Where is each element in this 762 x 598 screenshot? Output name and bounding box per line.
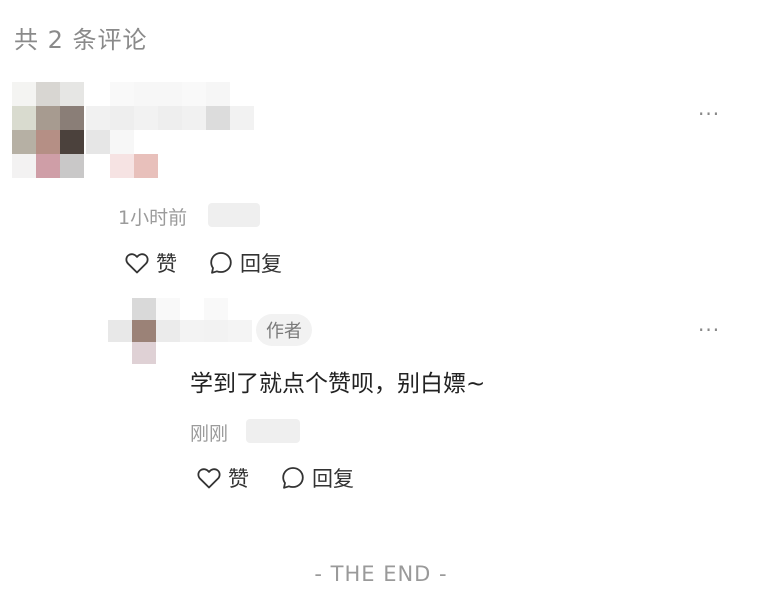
heart-outline-icon xyxy=(125,253,149,274)
reply-text: 学到了就点个赞呗，别白嫖~ xyxy=(190,371,486,397)
more-options-icon[interactable]: ··· xyxy=(698,320,720,340)
avatar[interactable] xyxy=(108,298,180,364)
heart-outline-icon xyxy=(197,468,221,489)
username-blurred[interactable] xyxy=(180,298,252,364)
comment-time: 1小时前 xyxy=(118,207,188,229)
reply-button[interactable]: 回复 xyxy=(208,248,282,278)
more-options-icon[interactable]: ··· xyxy=(698,104,720,124)
location-blurred xyxy=(246,419,300,443)
like-label: 赞 xyxy=(156,252,177,276)
like-button[interactable]: 赞 xyxy=(196,463,249,493)
reply-label: 回复 xyxy=(312,467,354,491)
speech-bubble-icon xyxy=(210,252,232,274)
author-badge: 作者 xyxy=(256,314,312,346)
end-marker: - THE END - xyxy=(314,562,448,586)
speech-bubble-icon xyxy=(282,467,304,489)
like-label: 赞 xyxy=(228,467,249,491)
comment-count-title: 共 2 条评论 xyxy=(14,26,148,54)
reply-button[interactable]: 回复 xyxy=(280,463,354,493)
reply-time: 刚刚 xyxy=(190,423,229,445)
reply-label: 回复 xyxy=(240,252,282,276)
like-button[interactable]: 赞 xyxy=(124,248,177,278)
location-blurred xyxy=(208,203,260,227)
username-blurred[interactable] xyxy=(86,82,254,178)
avatar[interactable] xyxy=(12,82,84,178)
